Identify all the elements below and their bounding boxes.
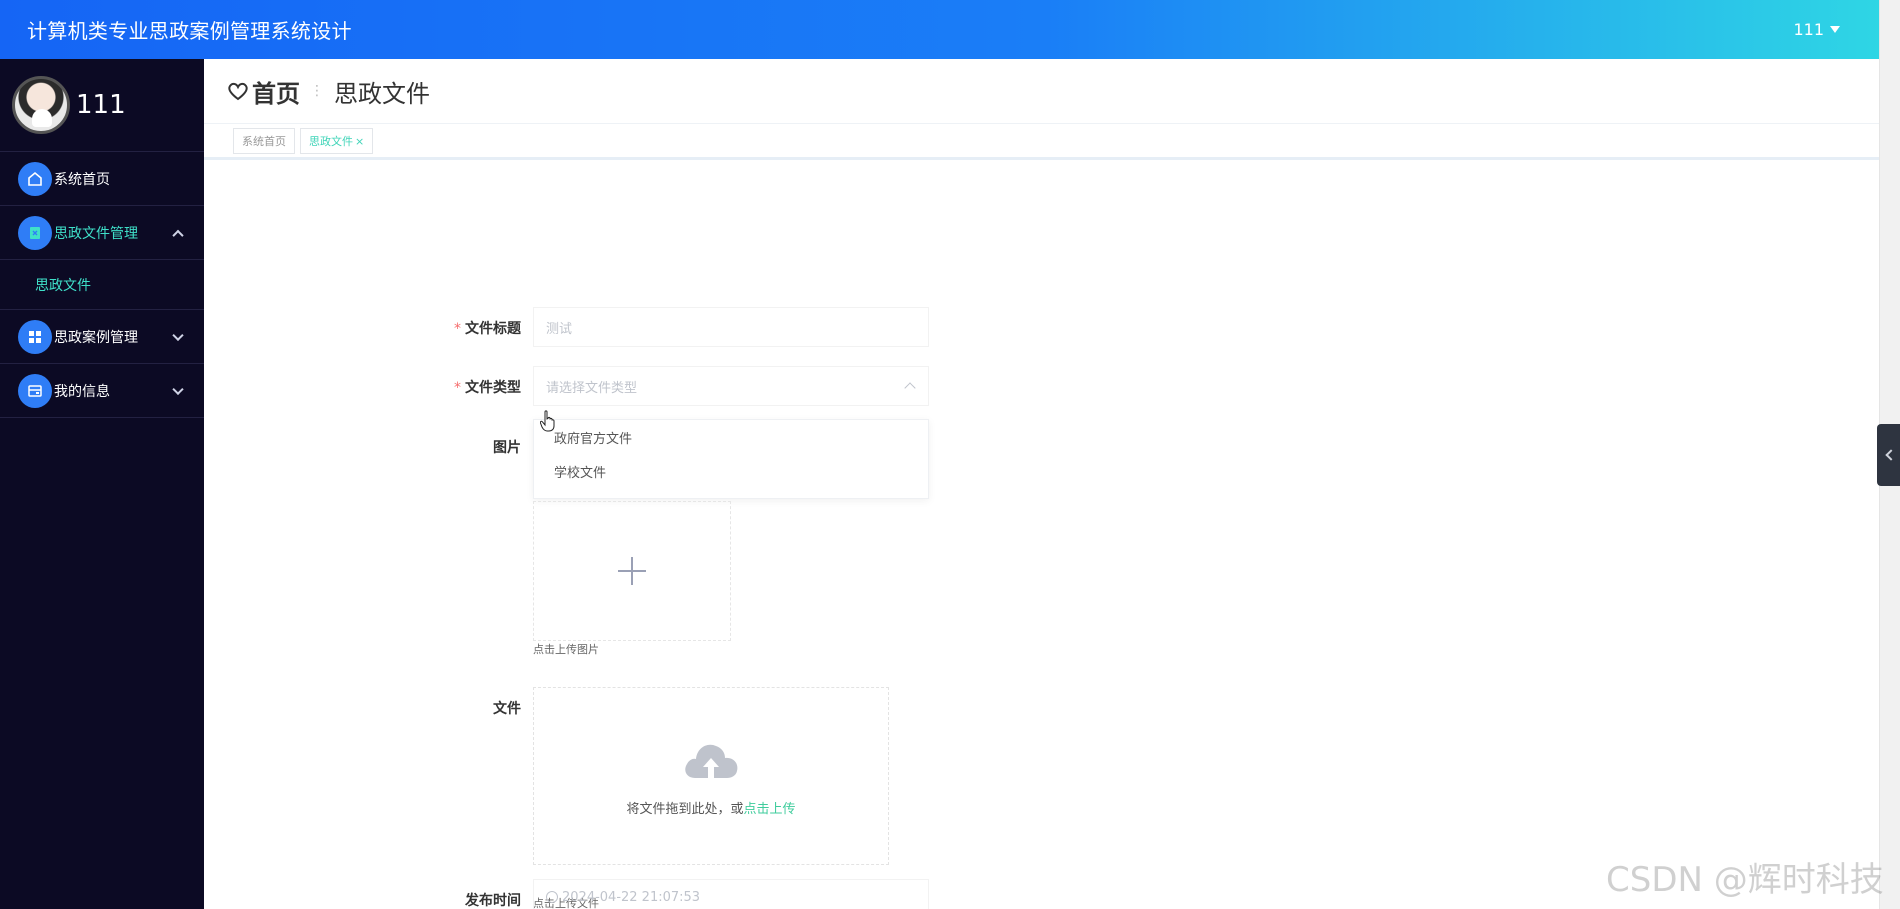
profile-name: 111	[76, 90, 126, 120]
close-icon[interactable]: ×	[355, 135, 364, 148]
heart-icon	[228, 82, 248, 101]
file-form: * 文件标题 测试 * 文件类型 请选择文件类型 政府官方文件 学校文件 图片 点击…	[264, 239, 1864, 909]
side-panel-toggle[interactable]	[1877, 424, 1900, 486]
image-label: 图片	[493, 440, 521, 456]
breadcrumb-home[interactable]: 首页	[252, 74, 300, 109]
type-select-placeholder: 请选择文件类型	[546, 380, 638, 396]
time-picker[interactable]: 2024-04-22 21:07:53	[533, 879, 929, 909]
dropdown-option[interactable]: 学校文件	[534, 454, 928, 488]
sidebar-item-label: 我的信息	[54, 383, 110, 400]
sidebar-item-file-management[interactable]: 思政文件管理	[0, 206, 204, 260]
chevron-up-icon	[172, 229, 184, 241]
user-menu[interactable]: 111	[1793, 20, 1840, 39]
chevron-left-icon	[1884, 449, 1897, 461]
sidebar-item-label: 系统首页	[54, 171, 110, 188]
tab-files[interactable]: 思政文件 ×	[300, 127, 374, 154]
sidebar-item-home[interactable]: 系统首页	[0, 152, 204, 206]
title-label: * 文件标题	[454, 321, 521, 337]
profile: 111	[0, 59, 204, 152]
type-select[interactable]: 请选择文件类型	[533, 366, 929, 406]
tabs-bar: 系统首页 思政文件 ×	[204, 123, 1879, 160]
cloud-upload-icon	[685, 744, 738, 778]
dropdown-option[interactable]: 政府官方文件	[534, 420, 928, 454]
watermark: CSDN @辉时科技	[1606, 860, 1884, 900]
type-label: * 文件类型	[454, 380, 521, 396]
chevron-down-icon	[172, 383, 184, 395]
type-dropdown: 政府官方文件 学校文件	[533, 419, 929, 499]
chevron-up-icon	[904, 382, 916, 394]
time-label: 发布时间	[465, 893, 521, 909]
breadcrumb-separator: ⋮	[310, 83, 324, 99]
sidebar: 111 系统首页 思政文件管理 思政文件 思政案例管理 我的信息	[0, 59, 204, 909]
file-label: 文件	[493, 701, 521, 717]
grid-icon	[18, 319, 52, 354]
caret-down-icon	[1830, 26, 1840, 33]
sidebar-item-label: 思政文件管理	[54, 225, 138, 242]
main-content: 首页 ⋮ 思政文件 系统首页 思政文件 × * 文件标题 测试 * 文件类型 请选择文…	[204, 59, 1879, 909]
top-header: 计算机类专业思政案例管理系统设计 111	[0, 0, 1900, 59]
plus-icon	[618, 557, 646, 585]
card-icon	[18, 373, 52, 408]
sidebar-item-case-management[interactable]: 思政案例管理	[0, 310, 204, 364]
drop-zone-text: 将文件拖到此处，或点击上传	[626, 801, 796, 817]
app-title: 计算机类专业思政案例管理系统设计	[27, 19, 352, 43]
sidebar-item-label: 思政案例管理	[54, 329, 138, 346]
image-upload-hint: 点击上传图片	[533, 643, 599, 656]
breadcrumb-current: 思政文件	[334, 79, 430, 108]
document-icon	[18, 215, 52, 250]
clock-icon	[546, 891, 558, 903]
title-input[interactable]: 测试	[533, 307, 929, 347]
tab-label: 思政文件	[309, 134, 353, 148]
sidebar-item-my-info[interactable]: 我的信息	[0, 364, 204, 418]
image-upload-button[interactable]	[533, 501, 731, 641]
sidebar-subitem-files[interactable]: 思政文件	[0, 260, 204, 310]
home-icon	[18, 161, 52, 196]
chevron-down-icon	[172, 329, 184, 341]
hand-cursor-icon	[540, 410, 555, 432]
tab-home[interactable]: 系统首页	[233, 127, 295, 154]
breadcrumb: 首页 ⋮ 思政文件	[204, 59, 1879, 123]
time-value: 2024-04-22 21:07:53	[562, 889, 701, 905]
user-menu-label: 111	[1793, 20, 1824, 39]
file-drop-zone[interactable]: 将文件拖到此处，或点击上传	[533, 687, 889, 865]
upload-link[interactable]: 点击上传	[744, 802, 796, 817]
avatar	[12, 76, 70, 134]
